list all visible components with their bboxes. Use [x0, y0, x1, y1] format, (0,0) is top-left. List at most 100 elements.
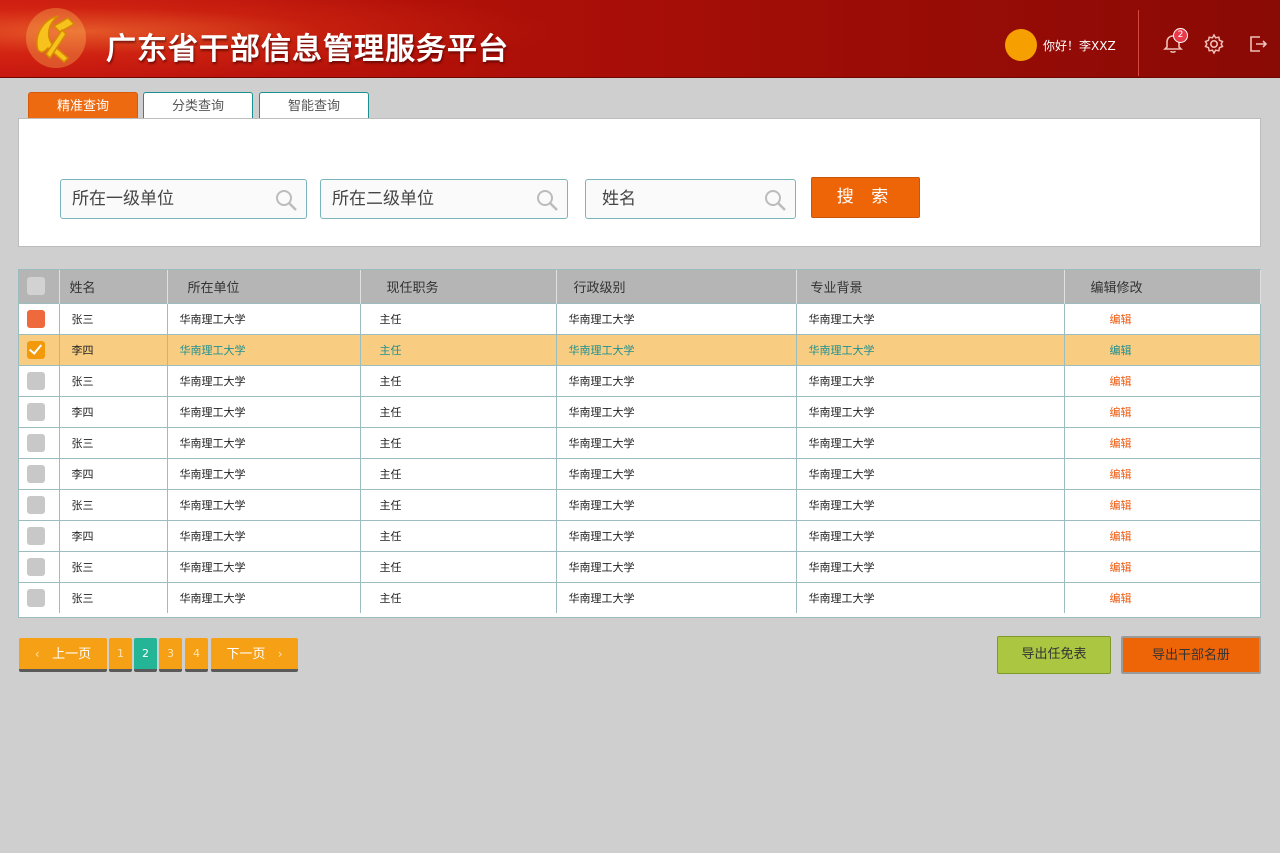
column-header[interactable]: 行政级别	[556, 270, 797, 303]
cell-unit: 华南理工大学	[167, 364, 361, 396]
edit-link[interactable]: 编辑	[1064, 519, 1261, 551]
prev-page-button[interactable]: ‹ 上一页	[19, 638, 107, 672]
tab-precise-search[interactable]: 精准查询	[28, 92, 138, 120]
table-row[interactable]: 张三 华南理工大学 主任 华南理工大学 华南理工大学 编辑	[19, 364, 1261, 396]
cell-name: 张三	[59, 426, 168, 458]
column-header[interactable]: 编辑修改	[1064, 270, 1261, 303]
table-row[interactable]: 张三 华南理工大学 主任 华南理工大学 华南理工大学 编辑	[19, 581, 1261, 613]
edit-link[interactable]: 编辑	[1064, 550, 1261, 582]
table-row[interactable]: 张三 华南理工大学 主任 华南理工大学 华南理工大学 编辑	[19, 426, 1261, 458]
cell-unit: 华南理工大学	[167, 519, 361, 551]
table-row[interactable]: 李四 华南理工大学 主任 华南理工大学 华南理工大学 编辑	[19, 395, 1261, 427]
cell-unit: 华南理工大学	[167, 488, 361, 520]
column-header[interactable]: 现任职务	[360, 270, 557, 303]
search-icon[interactable]	[274, 188, 298, 212]
app-header: 广东省干部信息管理服务平台 你好！李XXZ 2	[0, 0, 1280, 78]
column-header[interactable]: 所在单位	[167, 270, 361, 303]
row-checkbox[interactable]	[27, 526, 45, 545]
cell-background: 华南理工大学	[796, 550, 1065, 582]
edit-link[interactable]: 编辑	[1064, 302, 1261, 334]
cell-level: 华南理工大学	[556, 519, 797, 551]
table-row[interactable]: 李四 华南理工大学 主任 华南理工大学 华南理工大学 编辑	[19, 333, 1261, 365]
row-checkbox[interactable]	[27, 309, 45, 328]
table-row[interactable]: 李四 华南理工大学 主任 华南理工大学 华南理工大学 编辑	[19, 457, 1261, 489]
cell-level: 华南理工大学	[556, 581, 797, 613]
cell-name: 李四	[59, 395, 168, 427]
edit-link[interactable]: 编辑	[1064, 581, 1261, 613]
cell-position: 主任	[360, 550, 557, 582]
page-button-1[interactable]: 1	[109, 638, 132, 672]
party-emblem-logo	[26, 8, 86, 68]
row-checkbox[interactable]	[27, 433, 45, 452]
edit-link[interactable]: 编辑	[1064, 395, 1261, 427]
row-checkbox[interactable]	[27, 588, 45, 607]
tab-category-search[interactable]: 分类查询	[143, 92, 253, 120]
page-button-4[interactable]: 4	[185, 638, 208, 672]
row-select-cell	[19, 550, 60, 582]
column-header[interactable]: 姓名	[59, 270, 168, 303]
cell-background: 华南理工大学	[796, 457, 1065, 489]
cell-name: 张三	[59, 364, 168, 396]
row-select-cell	[19, 426, 60, 458]
cell-background: 华南理工大学	[796, 426, 1065, 458]
row-select-cell	[19, 457, 60, 489]
gear-icon[interactable]	[1203, 33, 1225, 55]
cell-level: 华南理工大学	[556, 457, 797, 489]
row-select-cell	[19, 302, 60, 334]
row-checkbox[interactable]	[27, 340, 45, 359]
user-greeting[interactable]: 你好！李XXZ	[1043, 37, 1116, 54]
row-select-cell	[19, 519, 60, 551]
row-select-cell	[19, 488, 60, 520]
cell-background: 华南理工大学	[796, 364, 1065, 396]
page-button-3[interactable]: 3	[159, 638, 182, 672]
row-checkbox[interactable]	[27, 464, 45, 483]
row-select-cell	[19, 395, 60, 427]
edit-link[interactable]: 编辑	[1064, 426, 1261, 458]
page-button-2[interactable]: 2	[134, 638, 157, 672]
search-icon[interactable]	[535, 188, 559, 212]
search-button[interactable]: 搜 索	[811, 177, 920, 218]
cell-unit: 华南理工大学	[167, 395, 361, 427]
table-row[interactable]: 张三 华南理工大学 主任 华南理工大学 华南理工大学 编辑	[19, 550, 1261, 582]
row-checkbox[interactable]	[27, 557, 45, 576]
cell-name: 李四	[59, 519, 168, 551]
cell-position: 主任	[360, 581, 557, 613]
unit2-input[interactable]	[321, 180, 567, 218]
cell-name: 张三	[59, 302, 168, 334]
prev-page-label: 上一页	[52, 647, 92, 662]
row-checkbox[interactable]	[27, 402, 45, 421]
table-body: 张三 华南理工大学 主任 华南理工大学 华南理工大学 编辑 李四 华南理工大学 主任 华南理工大学…	[19, 302, 1261, 613]
export-dismissal-button[interactable]: 导出任免表	[997, 636, 1111, 674]
header-divider	[1138, 10, 1139, 76]
edit-link[interactable]: 编辑	[1064, 488, 1261, 520]
cell-name: 李四	[59, 333, 168, 365]
row-select-cell	[19, 364, 60, 396]
table-row[interactable]: 张三 华南理工大学 主任 华南理工大学 华南理工大学 编辑	[19, 488, 1261, 520]
cadre-table: 姓名 所在单位 现任职务 行政级别 专业背景 编辑修改 张三 华南理工大学 主任 华南…	[18, 269, 1261, 618]
edit-link[interactable]: 编辑	[1064, 333, 1261, 365]
avatar[interactable]	[1005, 29, 1037, 61]
tab-smart-search[interactable]: 智能查询	[259, 92, 369, 120]
cell-position: 主任	[360, 457, 557, 489]
search-icon[interactable]	[763, 188, 787, 212]
row-checkbox[interactable]	[27, 495, 45, 514]
select-all-checkbox[interactable]	[27, 277, 45, 296]
row-select-cell	[19, 581, 60, 613]
row-checkbox[interactable]	[27, 371, 45, 390]
logout-icon[interactable]	[1247, 33, 1269, 55]
next-page-button[interactable]: 下一页 ›	[211, 638, 298, 672]
cell-background: 华南理工大学	[796, 302, 1065, 334]
edit-link[interactable]: 编辑	[1064, 364, 1261, 396]
edit-link[interactable]: 编辑	[1064, 457, 1261, 489]
notification-badge[interactable]: 2	[1173, 28, 1188, 43]
chevron-right-icon: ›	[277, 647, 283, 661]
unit1-input[interactable]	[61, 180, 306, 218]
table-row[interactable]: 张三 华南理工大学 主任 华南理工大学 华南理工大学 编辑	[19, 302, 1261, 334]
column-header[interactable]: 专业背景	[796, 270, 1065, 303]
cell-level: 华南理工大学	[556, 395, 797, 427]
table-row[interactable]: 李四 华南理工大学 主任 华南理工大学 华南理工大学 编辑	[19, 519, 1261, 551]
export-roster-button[interactable]: 导出干部名册	[1121, 636, 1261, 674]
next-page-label: 下一页	[226, 647, 266, 662]
cell-unit: 华南理工大学	[167, 581, 361, 613]
cell-position: 主任	[360, 302, 557, 334]
